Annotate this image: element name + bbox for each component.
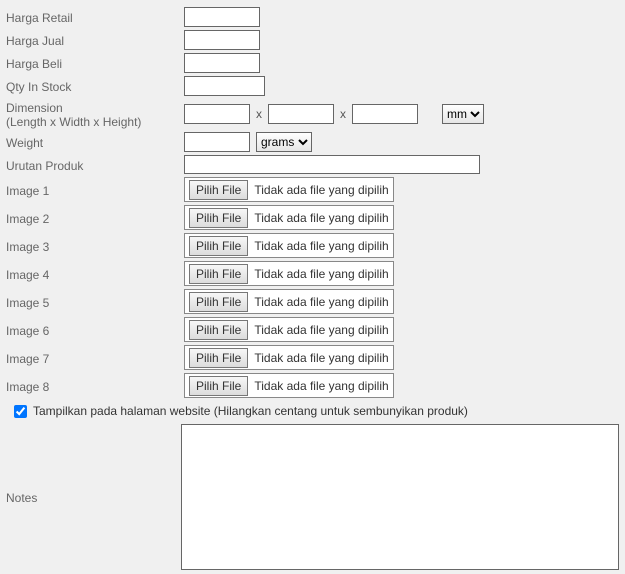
x1: x (256, 107, 262, 121)
label-image6: Image 6 (6, 322, 184, 338)
row-harga-beli: Harga Beli (6, 53, 619, 73)
row-harga-jual: Harga Jual (6, 30, 619, 50)
label-dimension: Dimension (Length x Width x Height) (6, 99, 184, 129)
label-image3: Image 3 (6, 238, 184, 254)
row-harga-retail: Harga Retail (6, 7, 619, 27)
label-image1: Image 1 (6, 182, 184, 198)
file-wrap-8: Pilih File Tidak ada file yang dipilih (184, 373, 394, 398)
row-image6: Image 6 Pilih File Tidak ada file yang d… (6, 317, 619, 342)
label-weight: Weight (6, 134, 184, 150)
label-dimension-line1: Dimension (6, 101, 63, 115)
urutan-input[interactable] (184, 155, 480, 174)
file-text-5: Tidak ada file yang dipilih (254, 295, 388, 309)
row-image8: Image 8 Pilih File Tidak ada file yang d… (6, 373, 619, 398)
file-text-6: Tidak ada file yang dipilih (254, 323, 388, 337)
label-image4: Image 4 (6, 266, 184, 282)
row-weight: Weight grams (6, 132, 619, 152)
row-image3: Image 3 Pilih File Tidak ada file yang d… (6, 233, 619, 258)
notes-textarea[interactable] (181, 424, 619, 570)
file-button-2[interactable]: Pilih File (189, 208, 248, 228)
height-input[interactable] (352, 104, 418, 124)
label-image2: Image 2 (6, 210, 184, 226)
label-harga-beli: Harga Beli (6, 55, 184, 71)
x2: x (340, 107, 346, 121)
length-unit-select[interactable]: mm (442, 104, 484, 124)
file-wrap-6: Pilih File Tidak ada file yang dipilih (184, 317, 394, 342)
file-text-2: Tidak ada file yang dipilih (254, 211, 388, 225)
label-harga-retail: Harga Retail (6, 9, 184, 25)
row-image2: Image 2 Pilih File Tidak ada file yang d… (6, 205, 619, 230)
label-image5: Image 5 (6, 294, 184, 310)
file-button-8[interactable]: Pilih File (189, 376, 248, 396)
width-input[interactable] (268, 104, 334, 124)
qty-input[interactable] (184, 76, 265, 96)
row-tampilkan: Tampilkan pada halaman website (Hilangka… (6, 404, 619, 418)
file-button-3[interactable]: Pilih File (189, 236, 248, 256)
file-wrap-3: Pilih File Tidak ada file yang dipilih (184, 233, 394, 258)
file-button-4[interactable]: Pilih File (189, 264, 248, 284)
harga-jual-input[interactable] (184, 30, 260, 50)
row-image5: Image 5 Pilih File Tidak ada file yang d… (6, 289, 619, 314)
weight-unit-select[interactable]: grams (256, 132, 312, 152)
file-button-6[interactable]: Pilih File (189, 320, 248, 340)
file-wrap-4: Pilih File Tidak ada file yang dipilih (184, 261, 394, 286)
file-wrap-7: Pilih File Tidak ada file yang dipilih (184, 345, 394, 370)
file-text-4: Tidak ada file yang dipilih (254, 267, 388, 281)
label-notes: Notes (6, 489, 181, 505)
row-dimension: Dimension (Length x Width x Height) x x … (6, 99, 619, 129)
label-harga-jual: Harga Jual (6, 32, 184, 48)
file-text-7: Tidak ada file yang dipilih (254, 351, 388, 365)
file-button-1[interactable]: Pilih File (189, 180, 248, 200)
row-urutan: Urutan Produk (6, 155, 619, 174)
file-wrap-1: Pilih File Tidak ada file yang dipilih (184, 177, 394, 202)
row-image4: Image 4 Pilih File Tidak ada file yang d… (6, 261, 619, 286)
label-qty: Qty In Stock (6, 78, 184, 94)
row-image1: Image 1 Pilih File Tidak ada file yang d… (6, 177, 619, 202)
file-button-5[interactable]: Pilih File (189, 292, 248, 312)
label-image7: Image 7 (6, 350, 184, 366)
row-qty: Qty In Stock (6, 76, 619, 96)
label-urutan: Urutan Produk (6, 157, 184, 173)
length-input[interactable] (184, 104, 250, 124)
harga-retail-input[interactable] (184, 7, 260, 27)
label-tampilkan: Tampilkan pada halaman website (Hilangka… (33, 404, 468, 418)
row-image7: Image 7 Pilih File Tidak ada file yang d… (6, 345, 619, 370)
harga-beli-input[interactable] (184, 53, 260, 73)
file-wrap-2: Pilih File Tidak ada file yang dipilih (184, 205, 394, 230)
label-dimension-line2: (Length x Width x Height) (6, 115, 141, 129)
weight-input[interactable] (184, 132, 250, 152)
file-text-8: Tidak ada file yang dipilih (254, 379, 388, 393)
file-wrap-5: Pilih File Tidak ada file yang dipilih (184, 289, 394, 314)
file-text-1: Tidak ada file yang dipilih (254, 183, 388, 197)
file-text-3: Tidak ada file yang dipilih (254, 239, 388, 253)
label-image8: Image 8 (6, 378, 184, 394)
product-form: Harga Retail Harga Jual Harga Beli Qty I… (0, 0, 625, 574)
row-notes: Notes (6, 424, 619, 570)
tampilkan-checkbox[interactable] (14, 405, 27, 418)
file-button-7[interactable]: Pilih File (189, 348, 248, 368)
